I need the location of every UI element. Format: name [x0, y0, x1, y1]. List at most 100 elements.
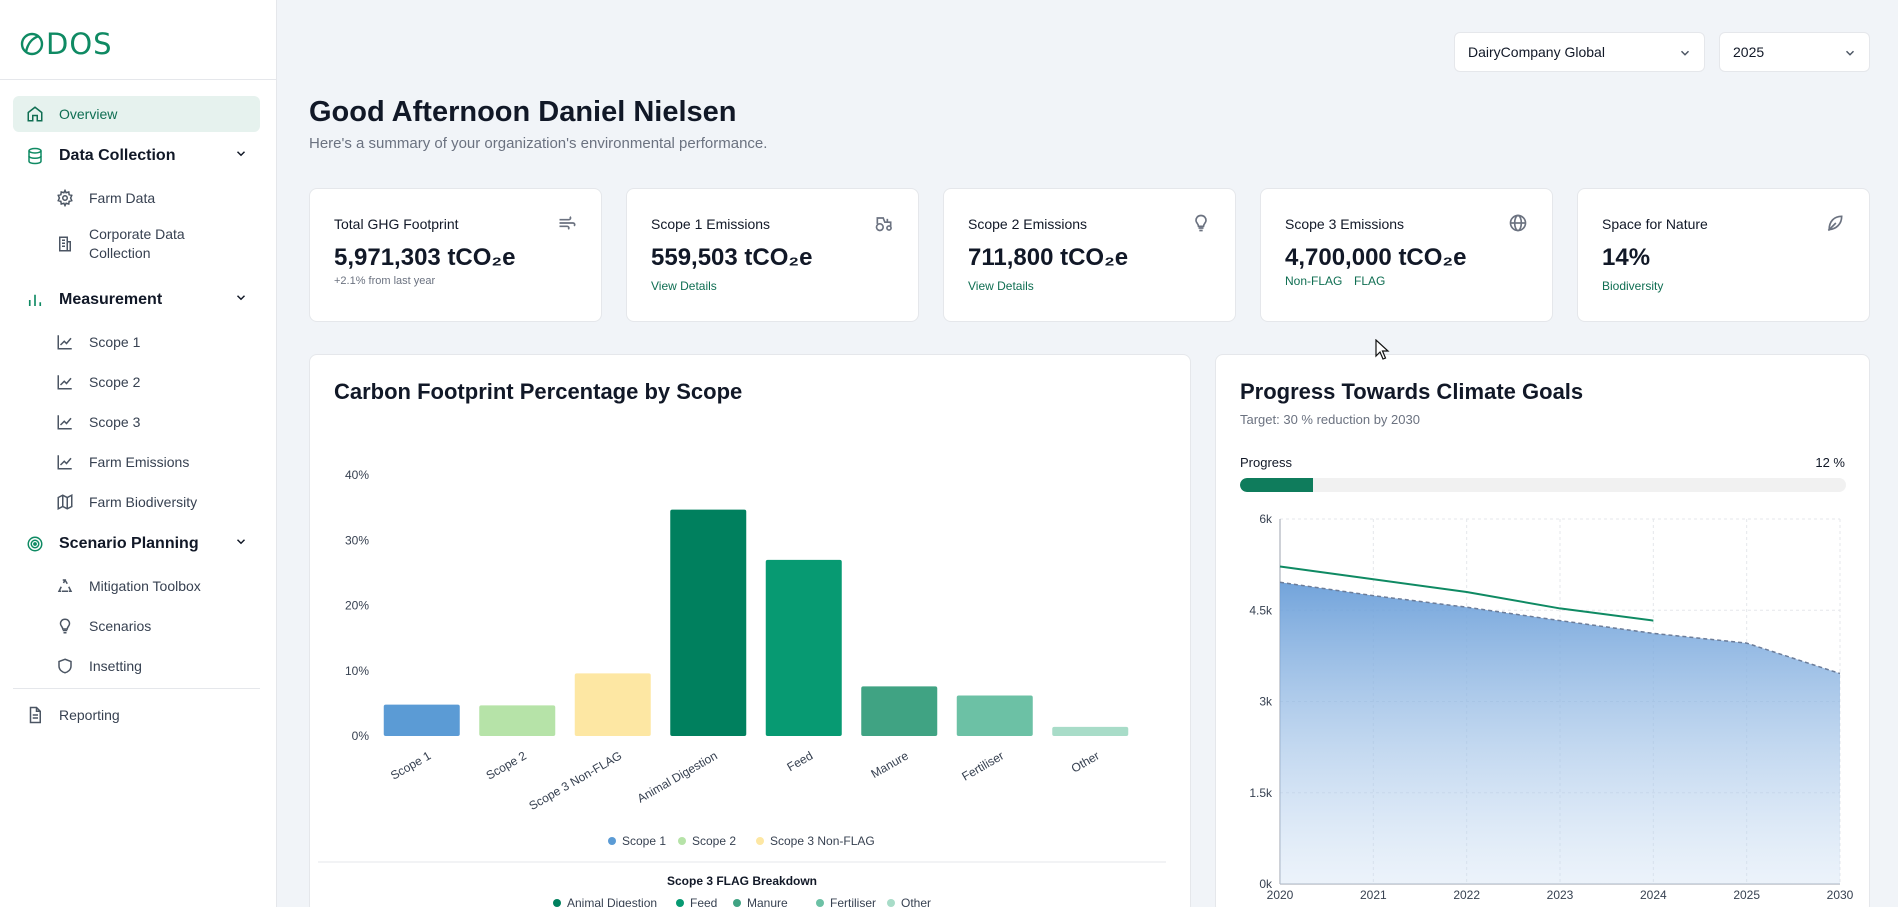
- carbon-footprint-chart-card: Carbon Footprint Percentage by Scope 0% 1…: [309, 354, 1191, 907]
- sidebar-item-scope-3[interactable]: Scope 3: [13, 404, 260, 440]
- chevron-down-icon[interactable]: [234, 147, 248, 166]
- chevron-down-icon[interactable]: [234, 291, 248, 310]
- leaf-logo-icon: [20, 32, 44, 56]
- x-tick-label: 2025: [1733, 888, 1760, 902]
- sidebar-item-scope-2[interactable]: Scope 2: [13, 364, 260, 400]
- globe-icon: [1508, 213, 1528, 238]
- sidebar-item-label: Scope 1: [89, 334, 141, 350]
- sidebar-item-farm-biodiversity[interactable]: Farm Biodiversity: [13, 484, 260, 520]
- sidebar-item-data-collection[interactable]: Data Collection: [13, 138, 260, 174]
- bar-manure: [861, 686, 938, 736]
- logo[interactable]: DOS: [20, 27, 113, 61]
- sidebar-item-label: Farm Biodiversity: [89, 494, 198, 510]
- breakdown-title: Scope 3 FLAG Breakdown: [667, 874, 817, 888]
- lightbulb-icon: [55, 616, 75, 636]
- mouse-cursor-icon: [1375, 339, 1390, 360]
- legend-label: Scope 3 Non-FLAG: [770, 834, 875, 848]
- biodiversity-link[interactable]: Biodiversity: [1602, 279, 1663, 293]
- sidebar-item-label: Farm Data: [89, 190, 156, 206]
- chevron-down-icon: [1843, 46, 1857, 63]
- x-tick-label: Scope 1: [388, 748, 433, 782]
- sidebar-item-scenario-planning[interactable]: Scenario Planning: [13, 526, 260, 562]
- tractor-icon: [874, 213, 894, 238]
- shield-icon: [55, 656, 75, 676]
- bar-fertiliser: [956, 695, 1033, 736]
- y-tick-label: 4.5k: [1249, 603, 1273, 617]
- breakdown-legend-label: Animal Digestion: [567, 896, 657, 907]
- kpi-value: 14%: [1602, 244, 1651, 271]
- kpi-label: Total GHG Footprint: [334, 216, 459, 232]
- recycle-icon: [55, 576, 75, 596]
- sidebar-item-label: Measurement: [59, 291, 163, 308]
- climate-goals-card: Progress Towards Climate Goals Target: 3…: [1215, 354, 1870, 907]
- kpi-value: 559,503 tCO₂e: [651, 244, 813, 271]
- sidebar-item-label: Insetting: [89, 658, 142, 674]
- sidebar-item-label: Farm Emissions: [89, 454, 190, 470]
- sidebar-item-overview[interactable]: Overview: [13, 96, 260, 132]
- target-area: [1280, 582, 1840, 884]
- y-tick-label: 0%: [352, 729, 370, 743]
- kpi-value: 5,971,303 tCO₂e: [334, 244, 516, 271]
- sidebar-item-label: Data Collection: [59, 147, 176, 164]
- year-select-value: 2025: [1733, 44, 1765, 60]
- kpi-card-scope-1: Scope 1 Emissions 559,503 tCO₂e View Det…: [626, 188, 919, 322]
- x-tick-label: 2020: [1267, 888, 1294, 902]
- flag-link[interactable]: FLAG: [1354, 274, 1385, 288]
- y-tick-label: 6k: [1259, 512, 1273, 526]
- breakdown-legend-label: Other: [901, 896, 931, 907]
- sidebar-item-reporting[interactable]: Reporting: [13, 697, 260, 733]
- building-icon: [55, 234, 75, 254]
- target-icon: [25, 534, 45, 554]
- gear-icon: [55, 188, 75, 208]
- breakdown-legend-marker: [553, 899, 561, 907]
- sidebar-item-farm-emissions[interactable]: Farm Emissions: [13, 444, 260, 480]
- sidebar-item-label: Reporting: [59, 707, 120, 723]
- y-tick-label: 3k: [1259, 695, 1273, 709]
- kpi-card-scope-3: Scope 3 Emissions 4,700,000 tCO₂e Non-FL…: [1260, 188, 1553, 322]
- line-chart-icon: [55, 452, 75, 472]
- line-chart-icon: [55, 372, 75, 392]
- bar-scope-3-non-flag: [574, 673, 651, 736]
- bar-scope-2: [479, 705, 556, 736]
- bar-chart-icon: [25, 290, 45, 310]
- y-tick-label: 10%: [345, 664, 369, 678]
- year-select[interactable]: 2025: [1719, 32, 1870, 72]
- view-details-link[interactable]: View Details: [651, 279, 717, 293]
- sidebar-item-scope-1[interactable]: Scope 1: [13, 324, 260, 360]
- breakdown-legend-marker: [733, 899, 741, 907]
- company-select[interactable]: DairyCompany Global: [1454, 32, 1705, 72]
- area-chart: 0k1.5k3k4.5k6k2020 2021 2022 2023 2024 2025 20…: [1249, 512, 1853, 902]
- sidebar-item-mitigation-toolbox[interactable]: Mitigation Toolbox: [13, 568, 260, 604]
- sidebar-item-farm-data[interactable]: Farm Data: [13, 180, 260, 216]
- x-tick-label: Manure: [869, 748, 912, 781]
- x-tick-label: Scope 2: [484, 748, 529, 782]
- sidebar-item-measurement[interactable]: Measurement: [13, 282, 260, 318]
- x-tick-label: 2022: [1453, 888, 1480, 902]
- chevron-down-icon[interactable]: [234, 535, 248, 554]
- leaf-icon: [1825, 213, 1845, 238]
- kpi-label: Space for Nature: [1602, 216, 1708, 232]
- x-tick-label: 2024: [1640, 888, 1667, 902]
- kpi-label: Scope 2 Emissions: [968, 216, 1088, 232]
- sidebar-item-corporate-data-collection[interactable]: Corporate Data Collection: [13, 222, 260, 266]
- x-tick-label: Scope 3 Non-FLAG: [527, 748, 625, 812]
- company-select-value: DairyCompany Global: [1468, 44, 1605, 60]
- sidebar-item-insetting[interactable]: Insetting: [13, 648, 260, 684]
- y-tick-label: 1.5k: [1249, 786, 1273, 800]
- sidebar-item-label: Scope 3: [89, 414, 141, 430]
- home-icon: [25, 104, 45, 124]
- legend-marker: [756, 837, 764, 845]
- view-details-link[interactable]: View Details: [968, 279, 1034, 293]
- non-flag-link[interactable]: Non-FLAG: [1285, 274, 1342, 288]
- sidebar-item-scenarios[interactable]: Scenarios: [13, 608, 260, 644]
- file-text-icon: [25, 705, 45, 725]
- sidebar-item-label-line2: Collection: [89, 245, 151, 261]
- line-chart-icon: [55, 412, 75, 432]
- map-icon: [55, 492, 75, 512]
- x-tick-label: Other: [1069, 748, 1102, 775]
- bar-animal-digestion: [670, 509, 747, 736]
- kpi-note: +2.1% from last year: [334, 275, 436, 287]
- y-tick-label: 20%: [345, 599, 369, 613]
- legend-marker: [608, 837, 616, 845]
- page-title: Good Afternoon Daniel Nielsen: [309, 96, 737, 128]
